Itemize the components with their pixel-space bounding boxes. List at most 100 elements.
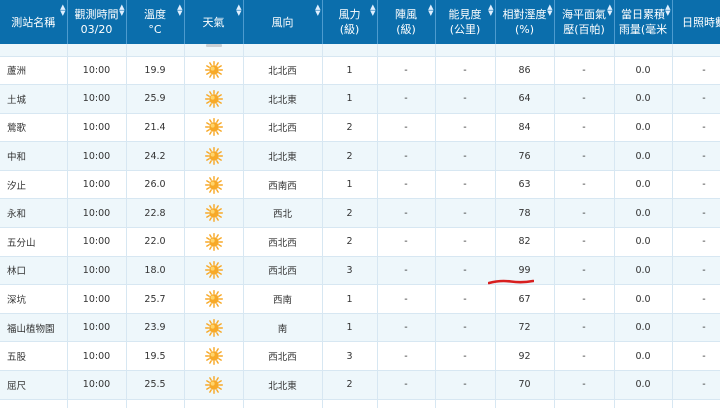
sunny-icon: [204, 261, 223, 280]
cell-relative-humidity: 86: [495, 56, 555, 86]
cell-station-name: 土城: [0, 84, 68, 114]
cell-station-name: 屈尺: [0, 370, 68, 400]
cell-daily-rainfall: 0.0: [614, 84, 673, 114]
cell-station-name: 林口: [0, 256, 68, 286]
cell-wind-direction: 南: [243, 313, 323, 343]
cell-relative-humidity: 70: [495, 370, 555, 400]
cell-sunshine-hours: -: [672, 284, 720, 314]
column-header-station-name[interactable]: 測站名稱 ▲ ▼: [0, 0, 68, 44]
cell-sunshine-hours: -: [672, 141, 720, 171]
table-row-partial: [0, 44, 720, 57]
sunny-icon: [204, 290, 223, 309]
cell-station-name: 鶯歌: [0, 113, 68, 143]
cell-wind-force: 3: [322, 341, 378, 372]
cell-weather: [184, 284, 244, 314]
cell-temperature: 21.4: [126, 113, 185, 143]
sort-icon[interactable]: ▲ ▼: [488, 4, 493, 17]
cell-weather: [184, 227, 244, 257]
cell-temperature: 24.2: [126, 141, 185, 171]
cell-wind-direction: 西南: [243, 284, 323, 314]
table-row: 永和 10:00 22.8 西北 2- -78-0.0-: [0, 198, 720, 229]
column-header-sunshine-hours[interactable]: 日照時數▲▼: [672, 0, 720, 44]
sort-icon[interactable]: ▲ ▼: [236, 4, 241, 17]
cell-visibility: -: [435, 341, 496, 372]
table-row-partial: [0, 399, 720, 408]
cell-wind-force: 2: [322, 198, 378, 229]
cell-wind-force: 2: [322, 370, 378, 400]
sort-icon[interactable]: ▲ ▼: [177, 4, 182, 17]
weather-table-container: 測站名稱 ▲ ▼ 觀測時間 03/20 ▲ ▼ 溫度 °C ▲ ▼ 天氣 ▲ ▼ 風向 ▲ ▼ 風力 (級) ▲…: [0, 0, 720, 408]
column-header-wind-direction[interactable]: 風向 ▲ ▼: [243, 0, 323, 44]
cell-daily-rainfall: 0.0: [614, 141, 673, 171]
cell-wind-force: 2: [322, 227, 378, 257]
cell-gust: -: [377, 198, 436, 229]
cell-gust: -: [377, 370, 436, 400]
cell-gust: -: [377, 227, 436, 257]
cell-daily-rainfall: 0.0: [614, 284, 673, 314]
column-header-observation-time[interactable]: 觀測時間 03/20 ▲ ▼: [67, 0, 127, 44]
cell-wind-force: 2: [322, 141, 378, 171]
cell-sunshine-hours: -: [672, 313, 720, 343]
cell-station-name: 中和: [0, 141, 68, 171]
table-row: 中和 10:00 24.2 北北東 2- -76-0.0-: [0, 141, 720, 171]
column-header-label: 天氣: [202, 15, 225, 29]
cell-sea-level-pressure: -: [554, 313, 615, 343]
cell-wind-direction: 西北西: [243, 227, 323, 257]
column-header-wind-force[interactable]: 風力 (級) ▲ ▼: [322, 0, 378, 44]
sort-icon[interactable]: ▲ ▼: [428, 4, 433, 17]
sort-icon[interactable]: ▲ ▼: [60, 4, 65, 17]
sunny-icon: [204, 61, 223, 80]
cell-weather: [184, 370, 244, 400]
cell-weather: [184, 113, 244, 143]
sort-icon[interactable]: ▲ ▼: [547, 4, 552, 17]
cell-relative-humidity: 64: [495, 84, 555, 114]
cell-sea-level-pressure: -: [554, 227, 615, 257]
cell-daily-rainfall: 0.0: [614, 313, 673, 343]
cell-gust: -: [377, 141, 436, 171]
column-header-label: 觀測時間 03/20: [74, 8, 119, 36]
column-header-gust[interactable]: 陣風 (級) ▲ ▼: [377, 0, 436, 44]
sunny-icon: [204, 175, 223, 194]
cell-sunshine-hours: -: [672, 256, 720, 286]
column-header-sea-level-pressure[interactable]: 海平面氣 壓(百帕) ▲ ▼: [554, 0, 615, 44]
sort-icon[interactable]: ▲ ▼: [665, 4, 670, 17]
cell-observation-time: 10:00: [67, 256, 127, 286]
sort-icon[interactable]: ▲ ▼: [370, 4, 375, 17]
column-header-label: 相對溼度 (%): [502, 8, 547, 36]
cell-wind-direction: 西北西: [243, 341, 323, 372]
table-row: 蘆洲 10:00 19.9 北北西 1- -86-0.0-: [0, 56, 720, 86]
sort-icon[interactable]: ▲ ▼: [315, 4, 320, 17]
cell-sea-level-pressure: -: [554, 170, 615, 200]
cell-daily-rainfall: 0.0: [614, 113, 673, 143]
table-row: 深坑 10:00 25.7 西南 1- -67-0.0-: [0, 284, 720, 314]
cell-relative-humidity: 67: [495, 284, 555, 314]
cell-sea-level-pressure: -: [554, 56, 615, 86]
column-header-label: 風力 (級): [338, 8, 361, 36]
cell-observation-time: 10:00: [67, 113, 127, 143]
cell-station-name: 蘆洲: [0, 56, 68, 86]
cell-wind-direction: 西北: [243, 198, 323, 229]
cell-visibility: -: [435, 313, 496, 343]
column-header-weather[interactable]: 天氣 ▲ ▼: [184, 0, 244, 44]
column-header-label: 日照時數: [682, 15, 720, 29]
cell-station-name: 五股: [0, 341, 68, 372]
cell-visibility: -: [435, 284, 496, 314]
column-header-temperature[interactable]: 溫度 °C ▲ ▼: [126, 0, 185, 44]
cell-weather: [184, 170, 244, 200]
column-header-daily-rainfall[interactable]: 當日累積 雨量(毫米 ▲ ▼: [614, 0, 673, 44]
column-header-relative-humidity[interactable]: 相對溼度 (%) ▲ ▼: [495, 0, 555, 44]
cell-visibility: -: [435, 256, 496, 286]
table-row: 五分山 10:00 22.0 西北西 2- -82-0.0-: [0, 227, 720, 257]
sort-icon[interactable]: ▲ ▼: [607, 4, 612, 17]
weather-observation-table: 測站名稱 ▲ ▼ 觀測時間 03/20 ▲ ▼ 溫度 °C ▲ ▼ 天氣 ▲ ▼ 風向 ▲ ▼ 風力 (級) ▲…: [0, 0, 720, 408]
table-row: 汐止 10:00 26.0 西南西 1- -63-0.0-: [0, 170, 720, 200]
cell-visibility: -: [435, 113, 496, 143]
sort-icon[interactable]: ▲ ▼: [119, 4, 124, 17]
cell-daily-rainfall: 0.0: [614, 170, 673, 200]
sunny-icon: [204, 375, 223, 394]
cell-weather: [184, 256, 244, 286]
cell-weather: [184, 313, 244, 343]
table-row: 屈尺 10:00 25.5 北北東 2- -70-0.0-: [0, 370, 720, 400]
column-header-visibility[interactable]: 能見度 (公里) ▲ ▼: [435, 0, 496, 44]
cell-observation-time: 10:00: [67, 170, 127, 200]
